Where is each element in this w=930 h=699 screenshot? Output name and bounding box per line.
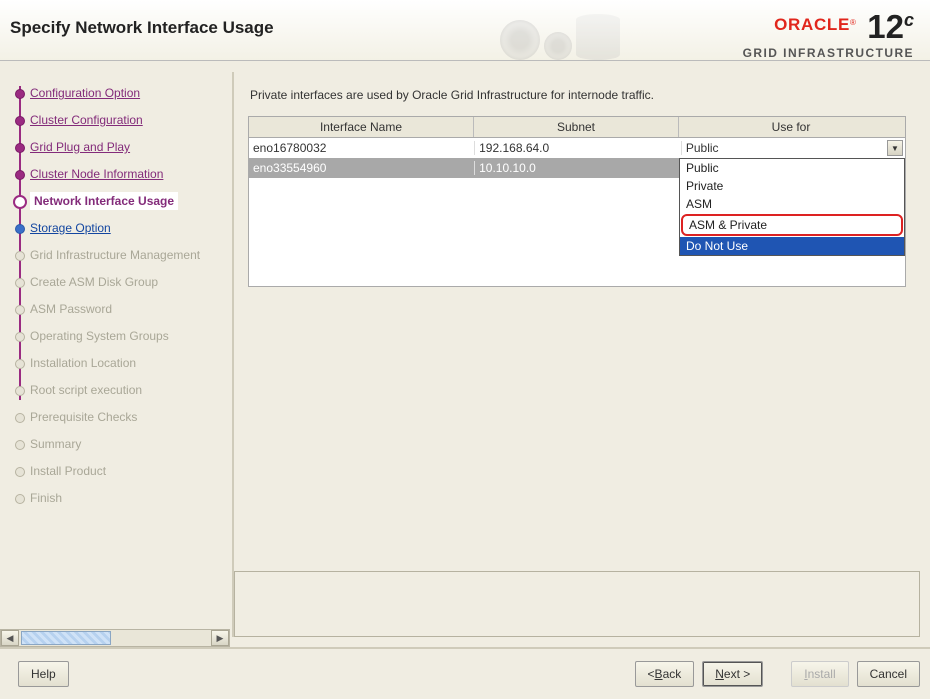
wizard-step-dot [15,413,25,423]
wizard-step-dot [15,143,25,153]
wizard-step[interactable]: Grid Plug and Play [30,134,232,161]
dropdown-option[interactable]: ASM [680,195,904,213]
footer-bar: Help < Back Next > Install Cancel [0,647,930,699]
interfaces-table: Interface Name Subnet Use for eno1678003… [248,116,906,287]
wizard-step: Installation Location [30,350,232,377]
dropdown-option[interactable]: Do Not Use [680,237,904,255]
cell-subnet: 10.10.10.0 [475,161,682,175]
wizard-step-dot [15,332,25,342]
wizard-step: ASM Password [30,296,232,323]
wizard-step-label: ASM Password [30,302,112,316]
header-decoration [500,0,680,60]
scroll-track[interactable] [19,630,211,646]
dropdown-arrow-icon[interactable]: ▼ [887,140,903,156]
dropdown-option[interactable]: Public [680,159,904,177]
wizard-step-label: Summary [30,437,81,451]
wizard-step-label: Operating System Groups [30,329,169,343]
wizard-step-dot [15,494,25,504]
wizard-step-dot [15,170,25,180]
col-header-interface: Interface Name [249,117,474,137]
dropdown-option[interactable]: ASM & Private [681,214,903,236]
message-area [234,571,920,637]
usefor-dropdown[interactable]: PublicPrivateASMASM & PrivateDo Not Use [679,158,905,256]
wizard-step: Grid Infrastructure Management [30,242,232,269]
wizard-step[interactable]: Storage Option [30,215,232,242]
wizard-step-dot [15,224,25,234]
wizard-step: Root script execution [30,377,232,404]
main-panel: Private interfaces are used by Oracle Gr… [232,72,920,637]
wizard-step: Finish [30,485,232,512]
back-button[interactable]: < Back [635,661,695,687]
wizard-step-label: Finish [30,491,62,505]
wizard-step-label: Install Product [30,464,106,478]
cancel-button[interactable]: Cancel [857,661,920,687]
help-button[interactable]: Help [18,661,69,687]
scroll-left-button[interactable]: ◀ [1,630,19,646]
wizard-step-label: Create ASM Disk Group [30,275,158,289]
wizard-step-label: Network Interface Usage [30,192,178,210]
wizard-step-label[interactable]: Storage Option [30,221,111,235]
scroll-thumb[interactable] [21,631,111,645]
header: Specify Network Interface Usage ORACLE® … [0,0,930,61]
col-header-subnet: Subnet [474,117,679,137]
nav-horizontal-scrollbar[interactable]: ◀ ▶ [0,629,230,647]
wizard-nav: Configuration Option Cluster Configuratio… [0,72,232,647]
next-button[interactable]: Next > [702,661,763,687]
cell-interface-name: eno33554960 [249,161,475,175]
col-header-usefor: Use for [679,117,903,137]
wizard-step: Prerequisite Checks [30,404,232,431]
wizard-step[interactable]: Cluster Node Information [30,161,232,188]
wizard-step: Install Product [30,458,232,485]
wizard-step-label: Grid Infrastructure Management [30,248,200,262]
wizard-step-label: Installation Location [30,356,136,370]
table-row[interactable]: eno16780032 192.168.64.0 Public ▼ [249,138,905,158]
wizard-step-dot [15,386,25,396]
table-header-row: Interface Name Subnet Use for [249,117,905,138]
wizard-step-label[interactable]: Cluster Configuration [30,113,143,127]
wizard-step-label: Root script execution [30,383,142,397]
wizard-step-label[interactable]: Grid Plug and Play [30,140,130,154]
scroll-right-button[interactable]: ▶ [211,630,229,646]
wizard-step[interactable]: Configuration Option [30,80,232,107]
wizard-step-dot [15,278,25,288]
wizard-step[interactable]: Cluster Configuration [30,107,232,134]
usefor-value: Public [686,141,719,155]
wizard-step: Network Interface Usage [30,188,232,215]
brand-block: ORACLE® 12c GRID INFRASTRUCTURE [743,8,914,60]
brand-oracle: ORACLE [774,15,850,34]
dropdown-option[interactable]: Private [680,177,904,195]
wizard-step-label[interactable]: Cluster Node Information [30,167,163,181]
wizard-step-dot [15,359,25,369]
wizard-step-dot [15,305,25,315]
cell-usefor-select[interactable]: Public ▼ [682,140,905,156]
wizard-nav-connector [19,86,21,400]
wizard-step-dot [15,116,25,126]
wizard-step-dot [13,195,27,209]
body-area: Configuration Option Cluster Configuratio… [0,60,930,647]
brand-subtitle: GRID INFRASTRUCTURE [743,46,914,60]
wizard-step-dot [15,251,25,261]
cell-subnet: 192.168.64.0 [475,141,682,155]
wizard-step-label[interactable]: Configuration Option [30,86,140,100]
wizard-step: Summary [30,431,232,458]
brand-registered: ® [850,18,856,27]
cell-interface-name: eno16780032 [249,141,475,155]
wizard-step-dot [15,467,25,477]
wizard-step-label: Prerequisite Checks [30,410,137,424]
wizard-step: Operating System Groups [30,323,232,350]
page-title: Specify Network Interface Usage [10,18,274,38]
brand-version: 12c [867,8,914,46]
instruction-text: Private interfaces are used by Oracle Gr… [248,82,906,116]
install-button: Install [791,661,848,687]
wizard-step: Create ASM Disk Group [30,269,232,296]
wizard-step-dot [15,440,25,450]
wizard-step-dot [15,89,25,99]
